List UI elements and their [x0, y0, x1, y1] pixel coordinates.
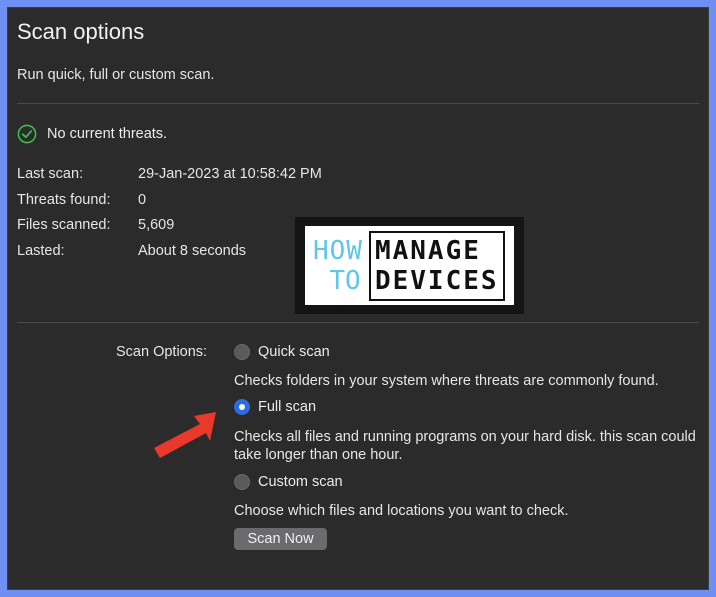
info-label: Lasted:: [17, 243, 65, 259]
logo-devices-text: DEVICES: [374, 265, 499, 296]
threat-status-text: No current threats.: [47, 126, 168, 142]
info-value: About 8 seconds: [138, 243, 247, 259]
info-value: 29-Jan-2023 at 10:58:42 PM: [138, 166, 322, 182]
threat-status: No current threats.: [17, 124, 167, 144]
full-scan-description: Checks all files and running programs on…: [234, 429, 696, 463]
page-subtitle: Run quick, full or custom scan.: [17, 67, 215, 83]
info-label: Threats found:: [17, 192, 111, 208]
radio-full-scan[interactable]: Full scan: [234, 399, 316, 415]
page-title: Scan options: [17, 19, 145, 44]
info-value: 0: [138, 192, 147, 208]
radio-button-quick[interactable]: [234, 344, 250, 360]
logo-manage-text: MANAGE: [374, 235, 481, 266]
radio-button-full[interactable]: [234, 399, 250, 415]
info-value: 5,609: [138, 217, 175, 233]
divider: [17, 322, 699, 323]
logo-right: MANAGE DEVICES: [368, 230, 505, 301]
radio-custom-scan[interactable]: Custom scan: [234, 474, 343, 490]
logo-left: HOW TO: [313, 236, 363, 296]
radio-button-custom[interactable]: [234, 474, 250, 490]
quick-scan-description: Checks folders in your system where thre…: [234, 373, 659, 389]
radio-label: Custom scan: [258, 474, 343, 490]
radio-quick-scan[interactable]: Quick scan: [234, 344, 330, 360]
howtomanagedevices-logo: HOW TO MANAGE DEVICES: [295, 217, 524, 314]
radio-label: Quick scan: [258, 344, 330, 360]
info-row-last-scan: Last scan: 29-Jan-2023 at 10:58:42 PM: [17, 166, 322, 182]
logo-inner: HOW TO MANAGE DEVICES: [305, 226, 514, 305]
check-circle-icon: [17, 124, 37, 144]
info-row-threats-found: Threats found: 0: [17, 192, 146, 208]
info-row-lasted: Lasted: About 8 seconds: [17, 243, 246, 259]
info-label: Last scan:: [17, 166, 84, 182]
red-arrow-annotation-icon: [154, 412, 216, 458]
logo-how-text: HOW: [313, 235, 363, 266]
info-label: Files scanned:: [17, 217, 111, 233]
divider: [17, 103, 699, 104]
radio-label: Full scan: [258, 399, 317, 415]
info-row-files-scanned: Files scanned: 5,609: [17, 217, 174, 233]
scan-now-button[interactable]: Scan Now: [234, 528, 327, 550]
logo-to-text: TO: [329, 265, 361, 296]
custom-scan-description: Choose which files and locations you wan…: [234, 503, 569, 519]
scan-options-label: Scan Options:: [116, 344, 208, 360]
scan-options-panel: Scan options Run quick, full or custom s…: [7, 7, 709, 590]
